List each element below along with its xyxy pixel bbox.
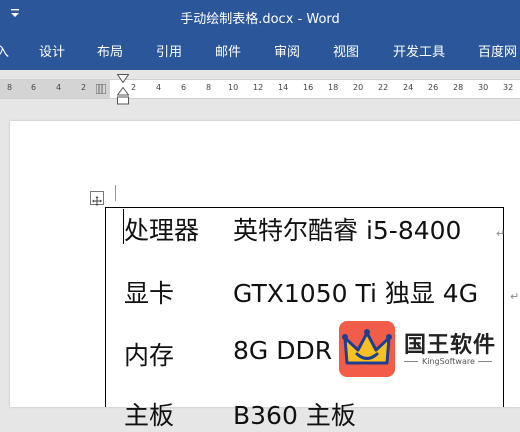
paragraph-mark: ↵ <box>496 227 506 240</box>
row-3-label[interactable]: 内存 <box>124 336 174 372</box>
ruler-number: 16 <box>303 83 314 92</box>
ruler-number: 4 <box>156 83 162 92</box>
king-software-logo <box>339 321 395 377</box>
ruler-number: 28 <box>453 83 464 92</box>
row-2-value[interactable]: GTX1050 Ti 独显 4G <box>233 274 478 310</box>
horizontal-ruler[interactable]: 8 6 4 2 2 4 6 8 10 12 14 16 18 20 22 24 … <box>0 79 520 99</box>
ruler-number: 6 <box>181 83 187 92</box>
ruler-number: 8 <box>7 83 13 92</box>
tab-review[interactable]: 审阅 <box>274 41 300 60</box>
tab-mailings[interactable]: 邮件 <box>215 41 241 60</box>
ruler-number: 2 <box>81 83 87 92</box>
paragraph-mark: ↵ <box>510 290 520 303</box>
tab-references[interactable]: 引用 <box>156 41 182 60</box>
table-move-handle[interactable] <box>90 191 104 206</box>
row-3-value[interactable]: 8G DDR <box>233 336 332 365</box>
row-1-label[interactable]: 处理器 <box>124 211 199 247</box>
hanging-indent-icon[interactable] <box>117 87 129 105</box>
tab-developer[interactable]: 开发工具 <box>393 41 445 60</box>
ruler-number: 20 <box>353 83 364 92</box>
logo-subtitle: KingSoftware <box>422 357 475 366</box>
crown-icon <box>342 329 392 365</box>
ruler-number: 22 <box>378 83 389 92</box>
table-column-marker-icon[interactable] <box>96 84 106 94</box>
window-title: 手动绘制表格.docx - Word <box>180 12 340 27</box>
tab-design[interactable]: 设计 <box>39 41 65 60</box>
move-arrows-icon <box>92 196 102 206</box>
ruler-number: 6 <box>31 83 37 92</box>
title-bar: 手动绘制表格.docx - Word <box>0 0 520 33</box>
row-2-label[interactable]: 显卡 <box>124 274 174 310</box>
row-4-label[interactable]: 主板 <box>124 396 174 432</box>
row-4-value[interactable]: B360 主板 <box>233 396 356 432</box>
ruler-margin <box>0 80 110 98</box>
ruler-number: 12 <box>253 83 264 92</box>
table-top-border <box>105 207 503 208</box>
ruler-number: 2 <box>131 83 137 92</box>
ruler-number: 30 <box>478 83 489 92</box>
ruler-number: 24 <box>403 83 414 92</box>
ribbon-tabs: 入 设计 布局 引用 邮件 审阅 视图 开发工具 百度网 <box>0 33 520 70</box>
ruler-number: 8 <box>206 83 212 92</box>
ruler-number: 10 <box>228 83 239 92</box>
tab-layout[interactable]: 布局 <box>97 41 123 60</box>
logo-name: 国王软件 <box>404 333 497 358</box>
logo-divider <box>404 361 418 362</box>
ruler-number: 26 <box>428 83 439 92</box>
logo-divider <box>478 361 492 362</box>
ruler-number: 14 <box>278 83 289 92</box>
tab-insert[interactable]: 入 <box>0 41 9 60</box>
tab-view[interactable]: 视图 <box>333 41 359 60</box>
ruler-number: 18 <box>328 83 339 92</box>
table-left-border <box>105 207 106 407</box>
row-1-value[interactable]: 英特尔酷睿 i5-8400 <box>233 211 461 247</box>
margin-crop-mark <box>115 185 116 201</box>
ruler-number: 32 <box>503 83 514 92</box>
ruler-number: 4 <box>56 83 62 92</box>
first-line-indent-icon[interactable] <box>117 74 129 83</box>
tab-baidu-netdisk[interactable]: 百度网 <box>478 41 517 60</box>
